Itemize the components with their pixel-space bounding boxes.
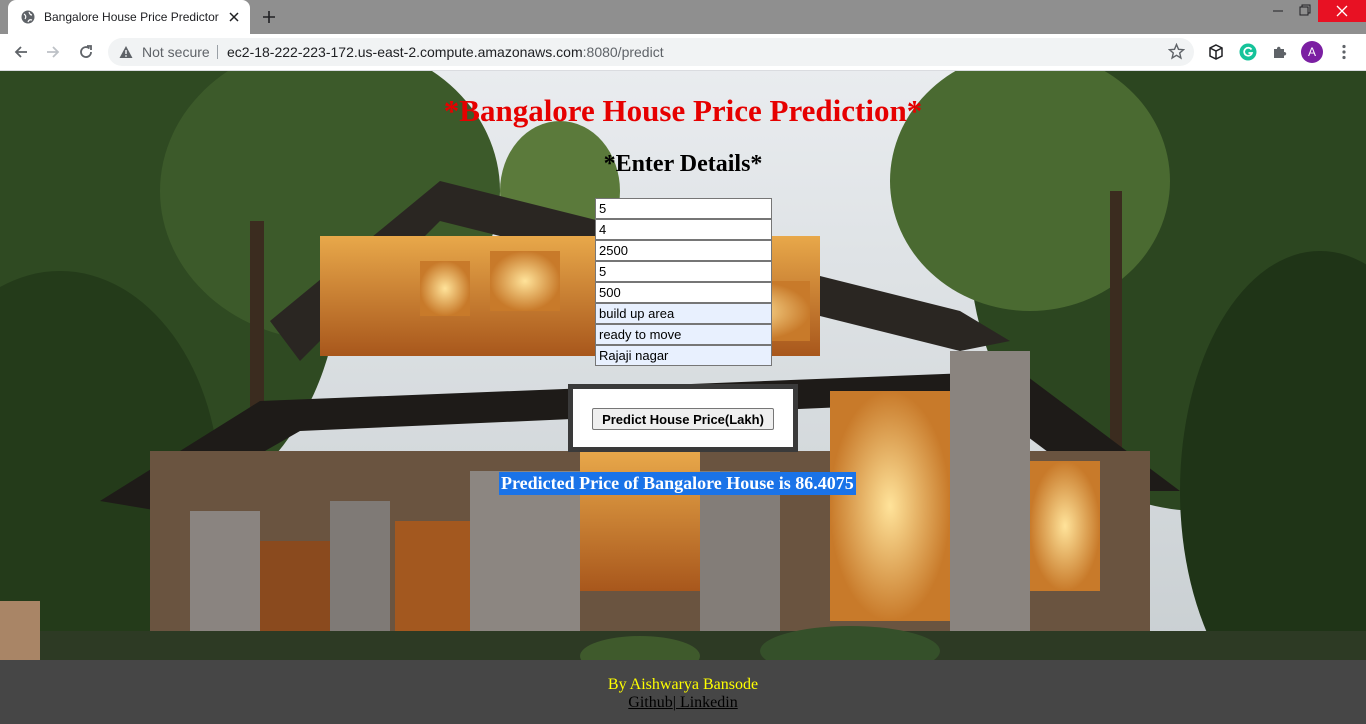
reload-icon[interactable]	[77, 43, 95, 61]
form-heading: *Enter Details*	[603, 151, 763, 177]
tab-title: Bangalore House Price Predictor	[44, 10, 219, 24]
grammarly-icon[interactable]	[1239, 43, 1257, 61]
linkedin-link[interactable]: Linkedin	[676, 694, 738, 711]
plus-icon[interactable]	[260, 8, 278, 26]
url-text[interactable]: ec2-18-222-223-172.us-east-2.compute.ama…	[227, 44, 664, 60]
maximize-icon[interactable]	[1290, 0, 1318, 22]
page-content: *Bangalore House Price Prediction* *Ente…	[0, 71, 1366, 660]
omnibox-divider	[217, 45, 218, 59]
warning-icon[interactable]	[119, 45, 133, 59]
close-icon[interactable]	[226, 9, 242, 25]
bedrooms-input[interactable]	[595, 198, 772, 219]
tab-strip: Bangalore House Price Predictor	[0, 0, 1366, 34]
github-link[interactable]: Github	[628, 694, 672, 711]
star-icon[interactable]	[1168, 43, 1185, 60]
area-type-input[interactable]	[595, 303, 772, 324]
prediction-result: Predicted Price of Bangalore House is 86…	[499, 472, 856, 495]
total-sqft-input[interactable]	[595, 240, 772, 261]
cube-extension-icon[interactable]	[1207, 43, 1225, 61]
balcony-input[interactable]	[595, 261, 772, 282]
bathrooms-input[interactable]	[595, 219, 772, 240]
price-per-sqft-input[interactable]	[595, 282, 772, 303]
availability-input[interactable]	[595, 324, 772, 345]
footer-links: Github| Linkedin	[0, 694, 1366, 712]
window-close-icon[interactable]	[1318, 0, 1366, 22]
page-title: *Bangalore House Price Prediction*	[443, 93, 923, 128]
puzzle-icon[interactable]	[1271, 43, 1289, 61]
author-credit: By Aishwarya Bansode	[607, 676, 759, 693]
location-input[interactable]	[595, 345, 772, 366]
predict-panel: Predict House Price(Lakh)	[568, 384, 798, 452]
predict-button[interactable]: Predict House Price(Lakh)	[592, 408, 774, 430]
url-path: :8080/predict	[582, 44, 664, 60]
url-host: ec2-18-222-223-172.us-east-2.compute.ama…	[227, 44, 583, 60]
forward-icon[interactable]	[44, 43, 62, 61]
browser-toolbar: Not secure ec2-18-222-223-172.us-east-2.…	[0, 34, 1366, 71]
browser-tab[interactable]: Bangalore House Price Predictor	[8, 0, 250, 34]
globe-icon	[21, 10, 35, 24]
minimize-icon[interactable]	[1264, 0, 1292, 22]
avatar[interactable]: A	[1301, 41, 1323, 63]
security-label[interactable]: Not secure	[142, 44, 210, 60]
back-icon[interactable]	[12, 43, 30, 61]
footer: By Aishwarya Bansode Github| Linkedin	[0, 660, 1366, 724]
address-bar[interactable]: Not secure ec2-18-222-223-172.us-east-2.…	[108, 38, 1194, 66]
more-icon[interactable]	[1335, 43, 1353, 61]
